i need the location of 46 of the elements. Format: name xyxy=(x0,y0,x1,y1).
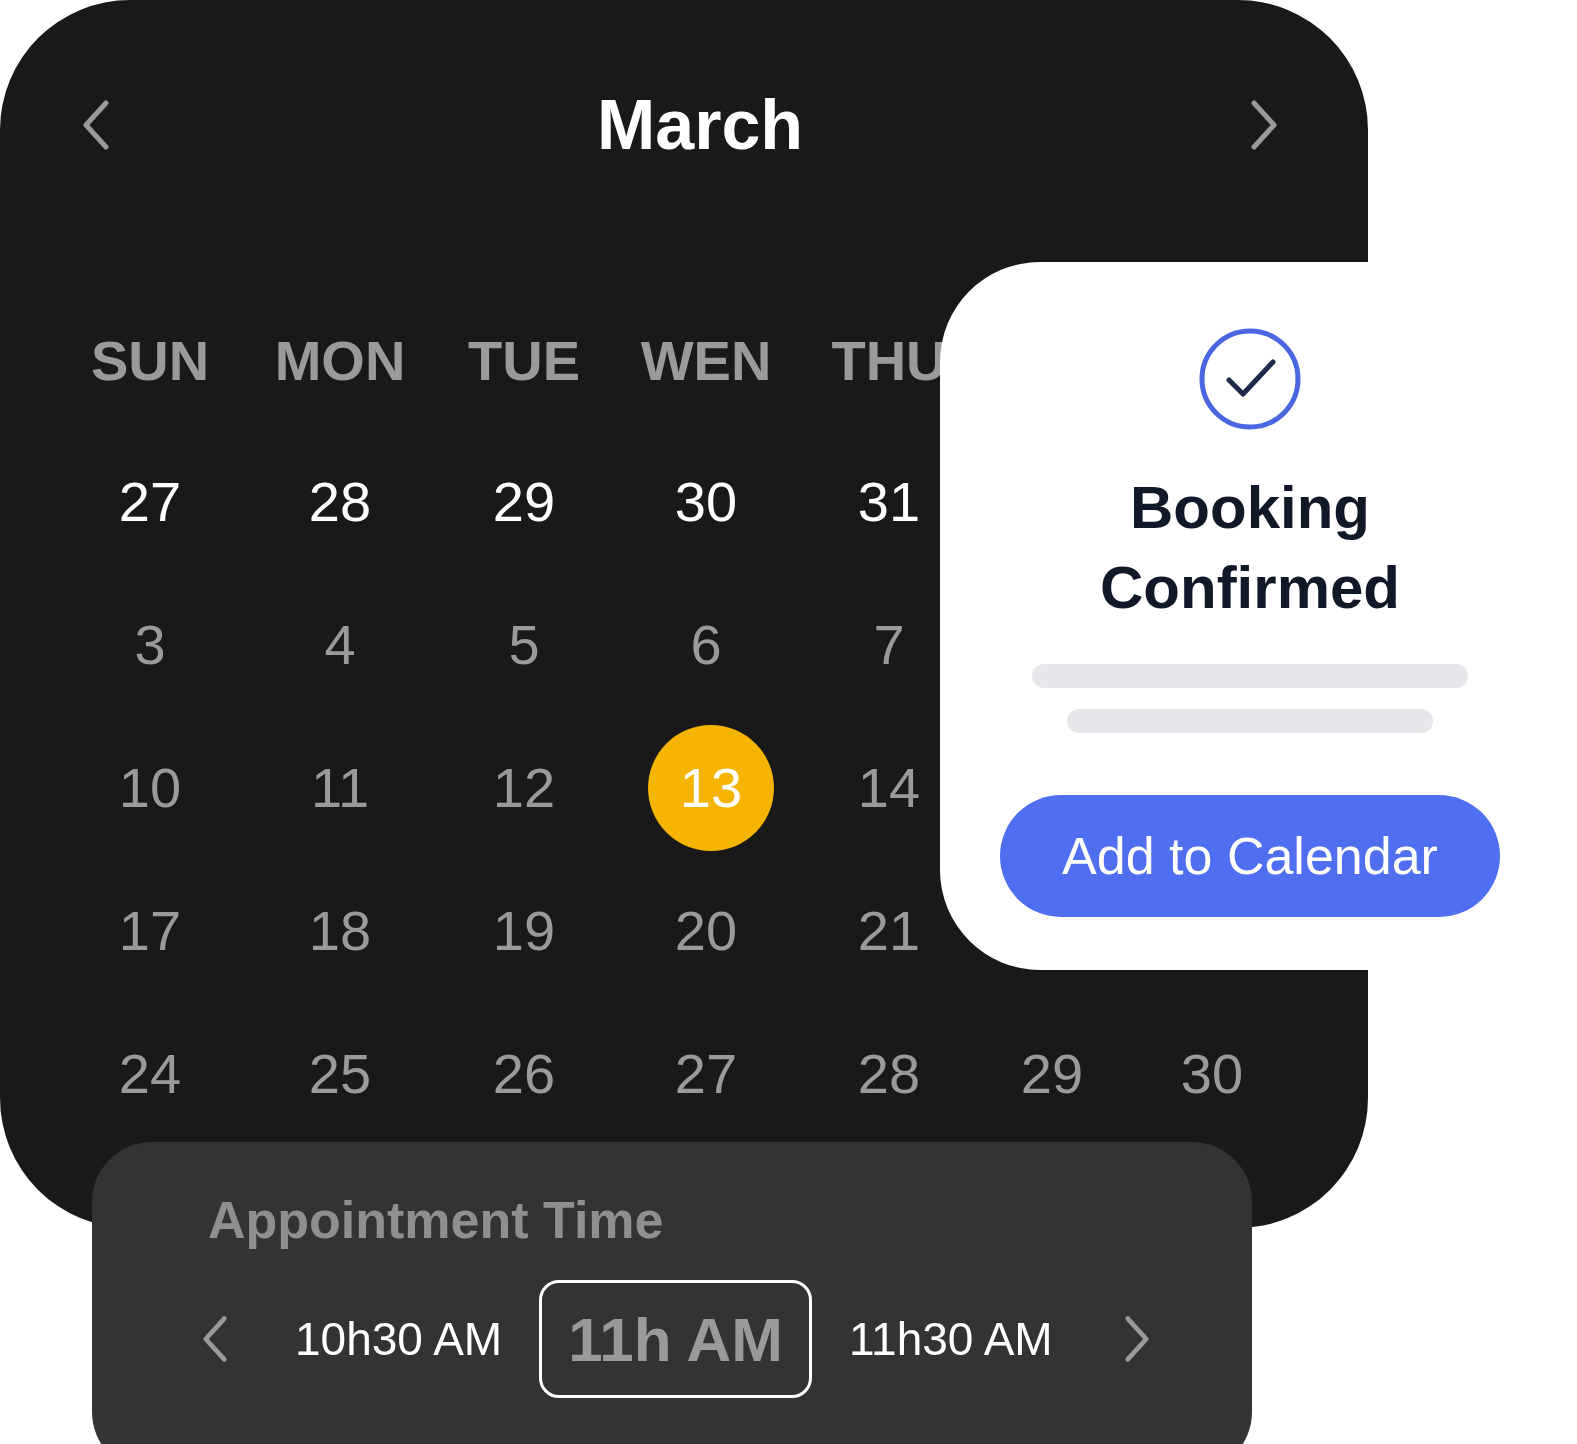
calendar-day[interactable]: 31 xyxy=(857,469,921,534)
calendar-day[interactable]: 19 xyxy=(492,898,556,963)
calendar-day[interactable]: 18 xyxy=(308,898,372,963)
chevron-left-icon xyxy=(82,100,110,150)
previous-month-button[interactable] xyxy=(82,100,110,150)
next-month-button[interactable] xyxy=(1250,100,1278,150)
time-slot[interactable]: 11h30 AM xyxy=(829,1280,1072,1398)
calendar-day[interactable]: 6 xyxy=(690,612,722,677)
calendar-day[interactable]: 29 xyxy=(492,469,556,534)
calendar-day[interactable]: 3 xyxy=(134,612,166,677)
calendar-day[interactable]: 24 xyxy=(118,1041,182,1106)
calendar-day[interactable]: 30 xyxy=(1180,1041,1244,1106)
calendar-day[interactable]: 20 xyxy=(674,898,738,963)
panel-title: Appointment Time xyxy=(208,1190,665,1250)
weekday-label: SUN xyxy=(90,327,210,393)
weekday-label: TUE xyxy=(468,327,580,393)
calendar-day[interactable]: 27 xyxy=(674,1041,738,1106)
calendar-day[interactable]: 14 xyxy=(857,755,921,820)
calendar-day[interactable]: 11 xyxy=(310,755,370,820)
calendar-day[interactable]: 25 xyxy=(308,1041,372,1106)
weekday-label: MON xyxy=(274,327,406,393)
calendar-day[interactable]: 7 xyxy=(873,612,905,677)
confirmation-title: Booking Confirmed xyxy=(1099,473,1401,623)
weekday-label: WEN xyxy=(640,327,772,393)
add-to-calendar-button[interactable]: Add to Calendar xyxy=(1000,795,1500,917)
calendar-day[interactable]: 5 xyxy=(508,612,540,677)
next-time-button[interactable] xyxy=(1123,1315,1150,1363)
previous-time-button[interactable] xyxy=(202,1315,228,1363)
calendar-day[interactable]: 29 xyxy=(1020,1041,1084,1106)
calendar-day[interactable]: 27 xyxy=(118,469,182,534)
calendar-day[interactable]: 17 xyxy=(118,898,182,963)
month-title: March xyxy=(596,85,804,165)
calendar-day[interactable]: 4 xyxy=(324,612,356,677)
chevron-right-icon xyxy=(1250,100,1278,150)
calendar-day[interactable]: 28 xyxy=(308,469,372,534)
check-circle-icon xyxy=(1199,328,1301,430)
calendar-day[interactable]: 21 xyxy=(857,898,921,963)
calendar-day[interactable]: 10 xyxy=(118,755,182,820)
time-slot[interactable]: 11h AM xyxy=(539,1280,812,1398)
calendar-day[interactable]: 26 xyxy=(492,1041,556,1106)
chevron-right-icon xyxy=(1123,1315,1150,1363)
calendar-day[interactable]: 30 xyxy=(674,469,738,534)
chevron-left-icon xyxy=(202,1315,228,1363)
time-slot[interactable]: 10h30 AM xyxy=(276,1280,522,1398)
calendar-day[interactable]: 12 xyxy=(492,755,556,820)
calendar-day[interactable]: 28 xyxy=(857,1041,921,1106)
